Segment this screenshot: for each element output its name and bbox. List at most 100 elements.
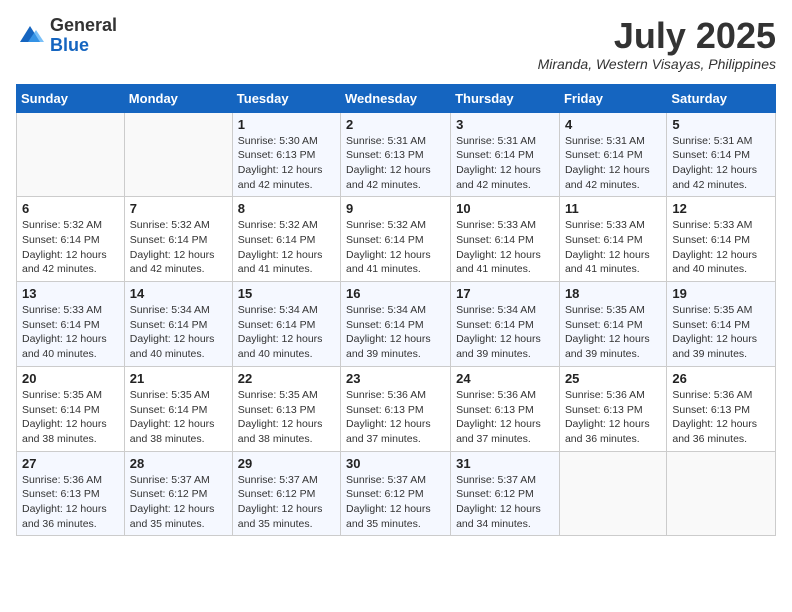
week-row-1: 6 Sunrise: 5:32 AM Sunset: 6:14 PM Daylig… [17, 197, 776, 282]
day-cell: 11 Sunrise: 5:33 AM Sunset: 6:14 PM Dayli… [559, 197, 666, 282]
day-info: Sunrise: 5:33 AM Sunset: 6:14 PM Dayligh… [565, 218, 661, 277]
calendar-table: SundayMondayTuesdayWednesdayThursdayFrid… [16, 84, 776, 537]
day-number: 19 [672, 286, 770, 301]
day-cell: 7Sunrise: 5:32 AM Sunset: 6:14 PM Daylig… [124, 197, 232, 282]
location: Miranda, Western Visayas, Philippines [538, 56, 776, 72]
week-row-2: 13 Sunrise: 5:33 AM Sunset: 6:14 PM Dayli… [17, 282, 776, 367]
day-info: Sunrise: 5:31 AM Sunset: 6:14 PM Dayligh… [672, 134, 770, 193]
day-cell: 25 Sunrise: 5:36 AM Sunset: 6:13 PM Dayli… [559, 366, 666, 451]
day-cell: 24Sunrise: 5:36 AM Sunset: 6:13 PM Dayli… [451, 366, 560, 451]
day-number: 14 [130, 286, 227, 301]
day-cell [559, 451, 666, 536]
day-number: 18 [565, 286, 661, 301]
day-info: Sunrise: 5:32 AM Sunset: 6:14 PM Dayligh… [238, 218, 335, 277]
logo-text: General Blue [50, 16, 117, 56]
day-header-tuesday: Tuesday [232, 84, 340, 112]
week-row-0: 1 Sunrise: 5:30 AM Sunset: 6:13 PM Daylig… [17, 112, 776, 197]
day-number: 29 [238, 456, 335, 471]
day-info: Sunrise: 5:32 AM Sunset: 6:14 PM Dayligh… [22, 218, 119, 277]
day-info: Sunrise: 5:36 AM Sunset: 6:13 PM Dayligh… [22, 473, 119, 532]
day-info: Sunrise: 5:35 AM Sunset: 6:14 PM Dayligh… [22, 388, 119, 447]
day-number: 20 [22, 371, 119, 386]
day-cell: 14 Sunrise: 5:34 AM Sunset: 6:14 PM Dayli… [124, 282, 232, 367]
day-cell: 4 Sunrise: 5:31 AM Sunset: 6:14 PM Daylig… [559, 112, 666, 197]
page-header: General Blue July 2025 Miranda, Western … [16, 16, 776, 72]
day-number: 15 [238, 286, 335, 301]
day-number: 12 [672, 201, 770, 216]
day-info: Sunrise: 5:35 AM Sunset: 6:14 PM Dayligh… [130, 388, 227, 447]
day-cell: 9 Sunrise: 5:32 AM Sunset: 6:14 PM Daylig… [341, 197, 451, 282]
day-info: Sunrise: 5:37 AM Sunset: 6:12 PM Dayligh… [456, 473, 554, 532]
day-cell: 22 Sunrise: 5:35 AM Sunset: 6:13 PM Dayli… [232, 366, 340, 451]
day-info: Sunrise: 5:35 AM Sunset: 6:14 PM Dayligh… [672, 303, 770, 362]
day-info: Sunrise: 5:32 AM Sunset: 6:14 PM Dayligh… [346, 218, 445, 277]
day-number: 7 [130, 201, 227, 216]
day-number: 28 [130, 456, 227, 471]
day-number: 27 [22, 456, 119, 471]
day-number: 2 [346, 117, 445, 132]
day-cell: 2 Sunrise: 5:31 AM Sunset: 6:13 PM Daylig… [341, 112, 451, 197]
day-number: 5 [672, 117, 770, 132]
day-info: Sunrise: 5:31 AM Sunset: 6:14 PM Dayligh… [565, 134, 661, 193]
day-info: Sunrise: 5:31 AM Sunset: 6:14 PM Dayligh… [456, 134, 554, 193]
day-cell [667, 451, 776, 536]
week-row-3: 20 Sunrise: 5:35 AM Sunset: 6:14 PM Dayli… [17, 366, 776, 451]
logo-general: General [50, 16, 117, 36]
day-header-wednesday: Wednesday [341, 84, 451, 112]
day-cell [124, 112, 232, 197]
day-cell: 29 Sunrise: 5:37 AM Sunset: 6:12 PM Dayli… [232, 451, 340, 536]
day-cell: 23Sunrise: 5:36 AM Sunset: 6:13 PM Dayli… [341, 366, 451, 451]
day-cell: 30 Sunrise: 5:37 AM Sunset: 6:12 PM Dayli… [341, 451, 451, 536]
day-number: 8 [238, 201, 335, 216]
day-cell: 17 Sunrise: 5:34 AM Sunset: 6:14 PM Dayli… [451, 282, 560, 367]
day-cell: 19 Sunrise: 5:35 AM Sunset: 6:14 PM Dayli… [667, 282, 776, 367]
day-cell: 27 Sunrise: 5:36 AM Sunset: 6:13 PM Dayli… [17, 451, 125, 536]
day-number: 4 [565, 117, 661, 132]
day-number: 22 [238, 371, 335, 386]
day-number: 9 [346, 201, 445, 216]
day-info: Sunrise: 5:37 AM Sunset: 6:12 PM Dayligh… [238, 473, 335, 532]
day-info: Sunrise: 5:33 AM Sunset: 6:14 PM Dayligh… [456, 218, 554, 277]
day-cell: 20 Sunrise: 5:35 AM Sunset: 6:14 PM Dayli… [17, 366, 125, 451]
day-cell [17, 112, 125, 197]
day-header-thursday: Thursday [451, 84, 560, 112]
day-header-friday: Friday [559, 84, 666, 112]
header-row: SundayMondayTuesdayWednesdayThursdayFrid… [17, 84, 776, 112]
day-cell: 28Sunrise: 5:37 AM Sunset: 6:12 PM Dayli… [124, 451, 232, 536]
day-number: 30 [346, 456, 445, 471]
day-info: Sunrise: 5:35 AM Sunset: 6:13 PM Dayligh… [238, 388, 335, 447]
day-number: 26 [672, 371, 770, 386]
day-cell: 10Sunrise: 5:33 AM Sunset: 6:14 PM Dayli… [451, 197, 560, 282]
logo: General Blue [16, 16, 117, 56]
day-number: 1 [238, 117, 335, 132]
day-number: 13 [22, 286, 119, 301]
logo-icon [16, 22, 44, 50]
day-info: Sunrise: 5:36 AM Sunset: 6:13 PM Dayligh… [565, 388, 661, 447]
day-cell: 5 Sunrise: 5:31 AM Sunset: 6:14 PM Daylig… [667, 112, 776, 197]
day-number: 11 [565, 201, 661, 216]
day-info: Sunrise: 5:34 AM Sunset: 6:14 PM Dayligh… [456, 303, 554, 362]
day-number: 25 [565, 371, 661, 386]
day-header-sunday: Sunday [17, 84, 125, 112]
calendar-body: 1 Sunrise: 5:30 AM Sunset: 6:13 PM Daylig… [17, 112, 776, 536]
day-info: Sunrise: 5:33 AM Sunset: 6:14 PM Dayligh… [672, 218, 770, 277]
day-cell: 3Sunrise: 5:31 AM Sunset: 6:14 PM Daylig… [451, 112, 560, 197]
day-header-saturday: Saturday [667, 84, 776, 112]
day-info: Sunrise: 5:34 AM Sunset: 6:14 PM Dayligh… [130, 303, 227, 362]
day-cell: 8 Sunrise: 5:32 AM Sunset: 6:14 PM Daylig… [232, 197, 340, 282]
day-number: 23 [346, 371, 445, 386]
day-number: 6 [22, 201, 119, 216]
day-header-monday: Monday [124, 84, 232, 112]
day-cell: 15 Sunrise: 5:34 AM Sunset: 6:14 PM Dayli… [232, 282, 340, 367]
day-info: Sunrise: 5:34 AM Sunset: 6:14 PM Dayligh… [238, 303, 335, 362]
day-info: Sunrise: 5:33 AM Sunset: 6:14 PM Dayligh… [22, 303, 119, 362]
day-cell: 13 Sunrise: 5:33 AM Sunset: 6:14 PM Dayli… [17, 282, 125, 367]
day-info: Sunrise: 5:37 AM Sunset: 6:12 PM Dayligh… [346, 473, 445, 532]
title-block: July 2025 Miranda, Western Visayas, Phil… [538, 16, 776, 72]
week-row-4: 27 Sunrise: 5:36 AM Sunset: 6:13 PM Dayli… [17, 451, 776, 536]
day-cell: 1 Sunrise: 5:30 AM Sunset: 6:13 PM Daylig… [232, 112, 340, 197]
day-cell: 31Sunrise: 5:37 AM Sunset: 6:12 PM Dayli… [451, 451, 560, 536]
day-info: Sunrise: 5:30 AM Sunset: 6:13 PM Dayligh… [238, 134, 335, 193]
day-number: 17 [456, 286, 554, 301]
day-info: Sunrise: 5:31 AM Sunset: 6:13 PM Dayligh… [346, 134, 445, 193]
